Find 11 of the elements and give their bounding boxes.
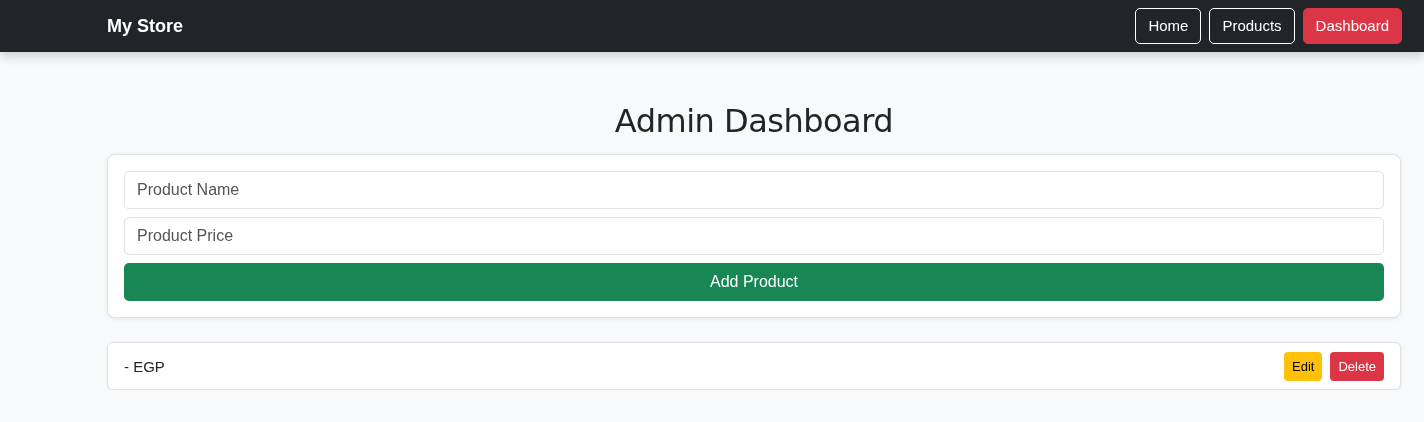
add-product-button[interactable]: Add Product xyxy=(124,263,1384,301)
input-field[interactable]: Product Price xyxy=(124,217,1384,255)
page-title: Admin Dashboard xyxy=(613,102,895,140)
delete-button[interactable]: Delete xyxy=(1330,351,1384,381)
nav-link[interactable]: Home xyxy=(1135,8,1202,44)
input-field[interactable]: Product Name xyxy=(124,171,1384,209)
nav-link[interactable]: Products xyxy=(1209,8,1295,44)
edit-button[interactable]: Edit xyxy=(1284,351,1323,381)
nav-link[interactable]: Dashboard xyxy=(1302,8,1402,44)
product-text: - EGP xyxy=(124,357,165,375)
store-brand[interactable]: My Store xyxy=(107,15,184,37)
